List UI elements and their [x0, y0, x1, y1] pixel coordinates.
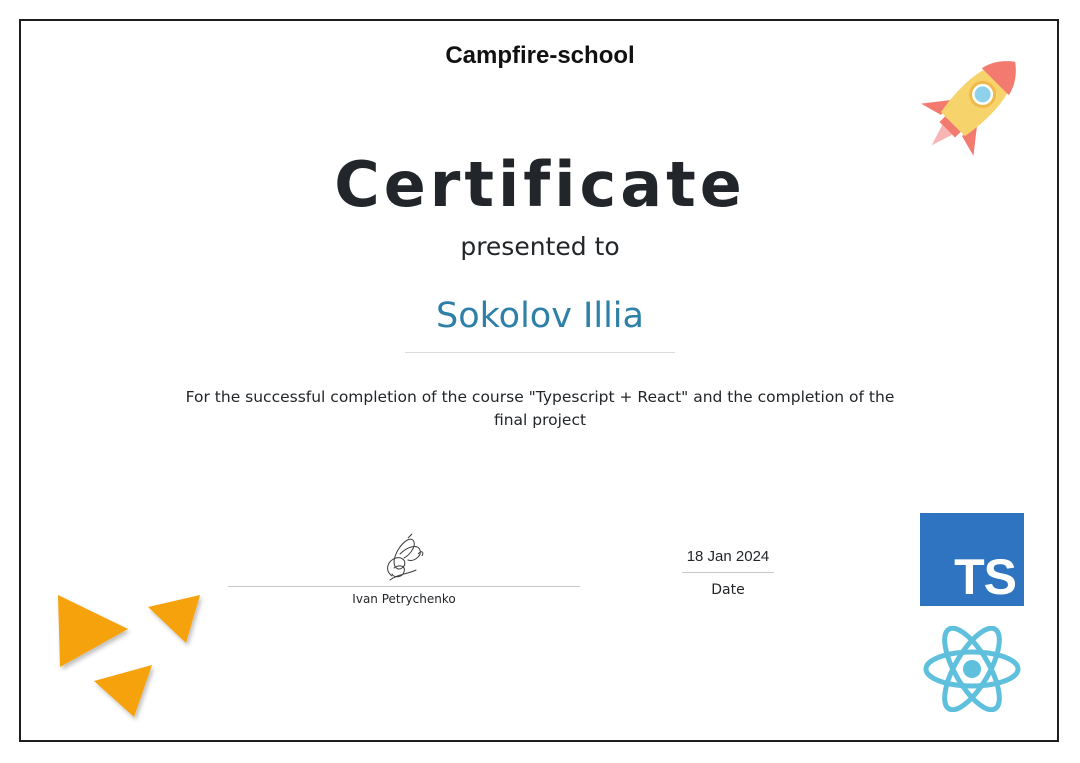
- typescript-logo-text: TS: [954, 549, 1017, 605]
- triangles-decoration: [58, 595, 200, 717]
- signer-name: Ivan Petrychenko: [352, 592, 456, 606]
- signature-scribble: [387, 533, 424, 581]
- date-value: 18 Jan 2024: [686, 548, 770, 565]
- typescript-logo: TS: [920, 513, 1024, 606]
- certificate-title: Certificate: [334, 148, 746, 221]
- course-description: For the successful completion of the cou…: [185, 388, 895, 429]
- signature-line: [228, 586, 580, 587]
- react-logo: [923, 626, 1021, 712]
- recipient-underline: [405, 352, 675, 353]
- recipient-name: Sokolov Illia: [436, 296, 644, 336]
- presented-to-label: presented to: [460, 232, 620, 261]
- date-label: Date: [711, 582, 745, 598]
- date-line: [682, 572, 774, 573]
- certificate-page: Campfire-school Certificate presented to…: [0, 0, 1080, 763]
